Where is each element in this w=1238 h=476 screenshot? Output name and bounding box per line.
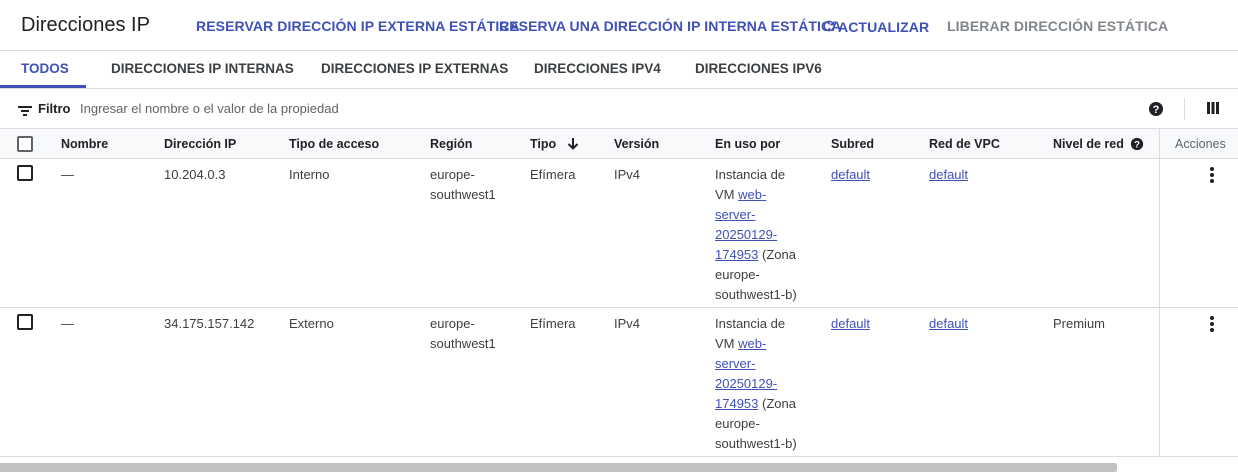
cell-vpc: default	[929, 165, 968, 185]
tab-ipv4[interactable]: DIRECCIONES IPV4	[534, 61, 661, 76]
filter-input[interactable]	[80, 97, 780, 119]
refresh-label: ACTUALIZAR	[838, 19, 930, 35]
column-header-ip[interactable]: Dirección IP	[164, 137, 236, 151]
table-row: — 34.175.157.142 Externo europe-southwes…	[0, 308, 1238, 457]
subnet-link[interactable]: default	[831, 167, 870, 182]
filter-icon[interactable]	[18, 103, 32, 121]
cell-vpc: default	[929, 314, 968, 334]
cell-version: IPv4	[614, 167, 641, 182]
tab-internal-ips[interactable]: DIRECCIONES IP INTERNAS	[111, 61, 294, 76]
page-header: Direcciones IP RESERVAR DIRECCIÓN IP EXT…	[0, 0, 1238, 51]
cell-access-type: Interno	[289, 167, 330, 182]
cell-name: —	[61, 167, 74, 182]
cell-ip: 10.204.0.3	[164, 167, 226, 182]
actions-column-divider	[1159, 129, 1160, 159]
tab-all[interactable]: TODOS	[21, 61, 69, 76]
column-header-type[interactable]: Tipo	[530, 137, 580, 154]
svg-text:?: ?	[1153, 104, 1160, 116]
cell-ip: 34.175.157.142	[164, 316, 255, 331]
svg-text:?: ?	[1134, 140, 1140, 151]
refresh-icon	[821, 18, 837, 37]
column-header-vpc[interactable]: Red de VPC	[929, 137, 1000, 151]
cell-version: IPv4	[614, 316, 641, 331]
cell-used-by: Instancia de VM web-server-20250129-1749…	[715, 165, 805, 305]
tab-bar: TODOS DIRECCIONES IP INTERNAS DIRECCIONE…	[0, 51, 1238, 89]
filter-label[interactable]: Filtro	[38, 101, 71, 116]
cell-subnet: default	[831, 165, 870, 185]
toolbar-divider	[1184, 98, 1185, 120]
sort-arrow-down-icon	[566, 137, 580, 154]
column-header-region[interactable]: Región	[430, 137, 472, 151]
column-display-icon[interactable]	[1206, 101, 1222, 117]
reserve-internal-ip-button[interactable]: RESERVA UNA DIRECCIÓN IP INTERNA ESTÁTIC…	[499, 18, 841, 34]
more-vert-icon[interactable]	[1204, 166, 1220, 184]
cell-name: —	[61, 316, 74, 331]
cell-region: europe-southwest1	[430, 316, 496, 351]
actions-column-divider	[1159, 308, 1160, 456]
horizontal-scrollbar[interactable]	[0, 463, 1117, 472]
help-icon[interactable]: ?	[1148, 101, 1164, 117]
column-header-name[interactable]: Nombre	[61, 137, 108, 151]
tab-external-ips[interactable]: DIRECCIONES IP EXTERNAS	[321, 61, 508, 76]
table-header: Nombre Dirección IP Tipo de acceso Regió…	[0, 129, 1238, 159]
column-header-used-by[interactable]: En uso por	[715, 137, 780, 151]
page-title: Direcciones IP	[21, 14, 150, 36]
cell-type: Efímera	[530, 316, 576, 331]
cell-access-type: Externo	[289, 316, 334, 331]
cell-subnet: default	[831, 314, 870, 334]
column-header-subnet[interactable]: Subred	[831, 137, 874, 151]
release-static-address-button[interactable]: LIBERAR DIRECCIÓN ESTÁTICA	[947, 18, 1168, 34]
actions-column-divider	[1159, 159, 1160, 307]
cell-type: Efímera	[530, 167, 576, 182]
vpc-link[interactable]: default	[929, 316, 968, 331]
reserve-external-ip-button[interactable]: RESERVAR DIRECCIÓN IP EXTERNA ESTÁTICA	[196, 18, 520, 34]
tab-ipv6[interactable]: DIRECCIONES IPV6	[695, 61, 822, 76]
column-header-version[interactable]: Versión	[614, 137, 659, 151]
select-all-checkbox[interactable]	[17, 136, 33, 152]
active-tab-indicator	[0, 85, 86, 88]
column-header-actions: Acciones	[1175, 137, 1226, 151]
subnet-link[interactable]: default	[831, 316, 870, 331]
row-checkbox[interactable]	[17, 314, 33, 330]
cell-network-tier: Premium	[1053, 316, 1106, 331]
row-checkbox[interactable]	[17, 165, 33, 181]
cell-used-by: Instancia de VM web-server-20250129-1749…	[715, 314, 805, 454]
vpc-link[interactable]: default	[929, 167, 968, 182]
column-header-type-label: Tipo	[530, 137, 557, 151]
column-header-access-type[interactable]: Tipo de acceso	[289, 137, 379, 151]
more-vert-icon[interactable]	[1204, 315, 1220, 333]
help-icon[interactable]: ?	[1130, 137, 1144, 154]
table-row: — 10.204.0.3 Interno europe-southwest1 E…	[0, 159, 1238, 308]
cell-region: europe-southwest1	[430, 167, 496, 202]
column-header-network-tier-label: Nivel de red	[1053, 137, 1124, 151]
refresh-button[interactable]: ACTUALIZAR	[821, 18, 929, 37]
filter-bar: Filtro ?	[0, 89, 1238, 129]
column-header-network-tier[interactable]: Nivel de red ?	[1053, 137, 1144, 154]
